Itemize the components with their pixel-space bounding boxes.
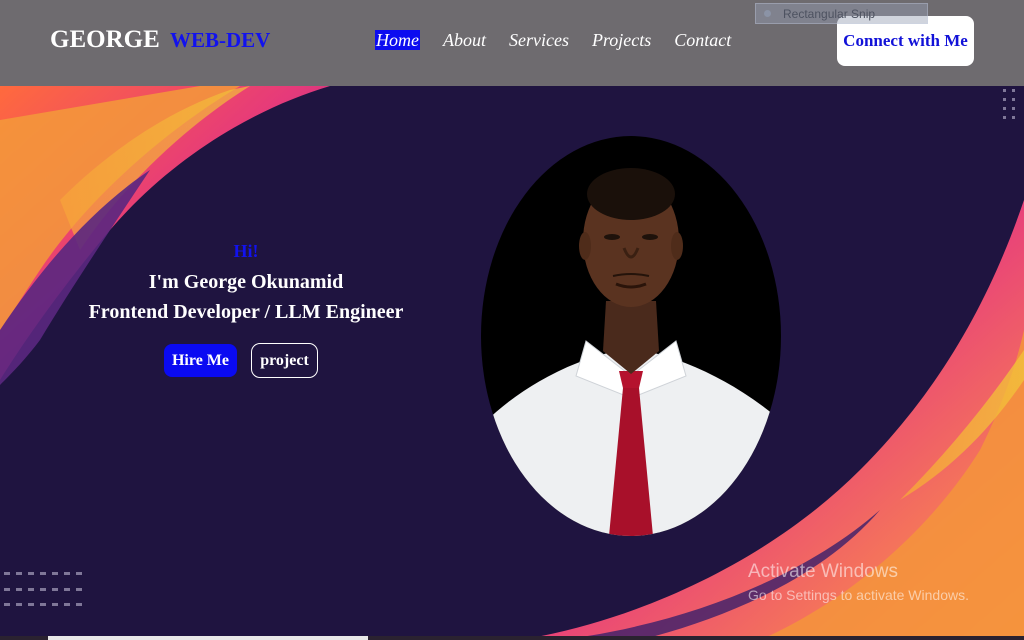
nav-link-projects[interactable]: Projects xyxy=(592,30,651,50)
brand-logo[interactable]: GEORGE WEB-DEV xyxy=(50,26,270,54)
hero-intro: Hi! I'm George Okunamid Frontend Develop… xyxy=(60,238,432,327)
watermark-title: Activate Windows xyxy=(748,561,898,582)
project-button[interactable]: project xyxy=(251,343,318,378)
nav-link-services[interactable]: Services xyxy=(509,30,569,50)
brand-accent: WEB-DEV xyxy=(170,28,271,52)
snip-label: Rectangular Snip xyxy=(783,6,876,21)
activate-windows-watermark: Activate Windows Go to Settings to activ… xyxy=(748,561,969,605)
nav-link-contact[interactable]: Contact xyxy=(674,30,731,50)
hero-greeting: Hi! xyxy=(233,241,259,261)
brand-name: GEORGE xyxy=(50,26,160,53)
hero-name: I'm George Okunamid xyxy=(148,271,344,293)
hero-role: Frontend Developer / LLM Engineer xyxy=(88,301,404,323)
scrollbar-thumb[interactable] xyxy=(48,636,368,640)
profile-photo xyxy=(481,136,781,536)
nav-link-home[interactable]: Home xyxy=(375,30,420,50)
hire-me-button[interactable]: Hire Me xyxy=(164,344,237,377)
nav-link-about[interactable]: About xyxy=(443,30,486,50)
horizontal-scrollbar[interactable] xyxy=(0,636,1024,640)
snip-tool-icon xyxy=(764,10,771,17)
nav-links: Home About Services Projects Contact xyxy=(375,30,731,50)
watermark-subtitle: Go to Settings to activate Windows. xyxy=(748,587,969,603)
snip-tool-overlay[interactable]: Rectangular Snip xyxy=(755,3,928,24)
